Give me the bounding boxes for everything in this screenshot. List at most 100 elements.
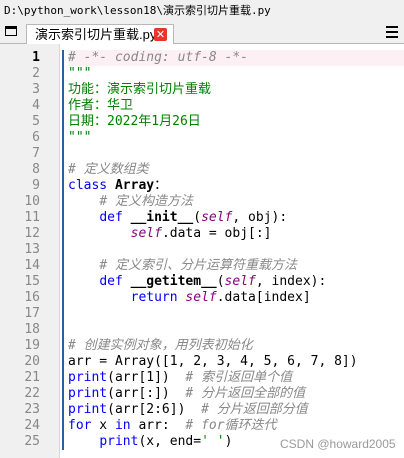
code-line[interactable]: 2 """ xyxy=(0,66,404,82)
code-token: return xyxy=(130,290,186,305)
code-token: (arr[:]) xyxy=(107,386,186,401)
code-text: 功能：演示索引切片重载 xyxy=(68,82,404,98)
code-line[interactable]: 21 print(arr[1]) # 索引返回单个值 xyxy=(0,370,404,386)
code-text: # -*- coding: utf-8 -*- xyxy=(68,50,404,66)
line-number: 16 xyxy=(24,290,40,305)
change-marker xyxy=(62,50,64,66)
change-marker xyxy=(62,290,64,306)
change-marker xyxy=(62,146,64,162)
code-line[interactable]: 4 作者：华卫 xyxy=(0,98,404,114)
change-marker xyxy=(62,242,64,258)
code-line[interactable]: 22 print(arr[:]) # 分片返回全部的值 xyxy=(0,386,404,402)
code-editor[interactable]: 1 # -*- coding: utf-8 -*- 2 """ 3 功能：演示索引切片重载… xyxy=(0,44,404,458)
code-token: arr = Array([1, 2, 3, 4, 5, 6, 7, 8]) xyxy=(68,354,358,369)
code-text: """ xyxy=(68,66,404,82)
change-marker xyxy=(62,370,64,386)
code-token: """ xyxy=(68,130,92,145)
code-line[interactable]: 23 print(arr[2:6]) # 分片返回部分值 xyxy=(0,402,404,418)
code-line[interactable]: 10 # 定义构造方法 xyxy=(0,194,404,210)
code-token: def xyxy=(99,274,131,289)
line-number: 22 xyxy=(24,386,40,401)
code-token: """ xyxy=(68,66,92,81)
code-token: .data[index] xyxy=(216,290,311,305)
tab-label: 演示索引切片重载.py xyxy=(35,27,157,42)
tab-file[interactable]: 演示索引切片重载.py ✕ xyxy=(26,24,174,44)
line-number: 1 xyxy=(32,50,40,65)
code-text: def __getitem__(self, index): xyxy=(68,274,404,290)
code-line[interactable]: 3 功能：演示索引切片重载 xyxy=(0,82,404,98)
code-line[interactable]: 11 def __init__(self, obj): xyxy=(0,210,404,226)
code-line[interactable]: 13 xyxy=(0,242,404,258)
line-number: 20 xyxy=(24,354,40,369)
line-number: 9 xyxy=(32,178,40,193)
change-marker xyxy=(62,130,64,146)
code-token: (x, end= xyxy=(138,434,202,449)
code-text: """ xyxy=(68,130,404,146)
code-token: print xyxy=(68,386,108,401)
code-token: self xyxy=(130,226,162,241)
code-token: ( xyxy=(193,210,202,225)
line-number: 24 xyxy=(24,418,40,433)
code-text: print(arr[1]) # 索引返回单个值 xyxy=(68,370,404,386)
code-line[interactable]: 20 arr = Array([1, 2, 3, 4, 5, 6, 7, 8]) xyxy=(0,354,404,370)
code-line[interactable]: 17 xyxy=(0,306,404,322)
code-token: (arr[1]) xyxy=(107,370,186,385)
code-line[interactable]: 24 for x in arr: # for循环迭代 xyxy=(0,418,404,434)
code-token: ' ' xyxy=(201,434,225,449)
change-marker xyxy=(62,114,64,130)
line-number: 23 xyxy=(24,402,40,417)
close-icon[interactable]: ✕ xyxy=(154,28,167,41)
code-token: # for循环迭代 xyxy=(185,418,277,433)
code-token: def xyxy=(99,210,131,225)
code-token: # 分片返回全部的值 xyxy=(185,386,306,401)
code-token: (arr[2:6]) xyxy=(107,402,202,417)
change-marker xyxy=(62,434,64,450)
code-text: class Array： xyxy=(68,178,404,194)
code-line[interactable]: 9 class Array： xyxy=(0,178,404,194)
code-line[interactable]: 5 日期：2022年1月26日 xyxy=(0,114,404,130)
line-number: 11 xyxy=(24,210,40,225)
change-marker xyxy=(62,178,64,194)
code-line[interactable]: 6 """ xyxy=(0,130,404,146)
line-number: 21 xyxy=(24,370,40,385)
code-token: Array xyxy=(114,178,155,193)
hamburger-menu-icon[interactable] xyxy=(386,26,398,38)
line-number: 5 xyxy=(32,114,40,129)
line-number: 3 xyxy=(32,82,40,97)
code-line[interactable]: 16 return self.data[index] xyxy=(0,290,404,306)
code-text: 日期：2022年1月26日 xyxy=(68,114,404,130)
change-marker xyxy=(62,210,64,226)
code-line[interactable]: 18 xyxy=(0,322,404,338)
watermark: CSDN @howard2005 xyxy=(280,437,396,451)
code-text: print(arr[:]) # 分片返回全部的值 xyxy=(68,386,404,402)
code-token: # 索引返回单个值 xyxy=(185,370,293,385)
code-token: self xyxy=(201,210,233,225)
code-token: 日期：2022年1月26日 xyxy=(68,114,201,129)
code-line[interactable]: 7 xyxy=(0,146,404,162)
line-number: 8 xyxy=(32,162,40,177)
code-line[interactable]: 8 # 定义数组类 xyxy=(0,162,404,178)
change-marker xyxy=(62,274,64,290)
code-line[interactable]: 12 self.data = obj[:] xyxy=(0,226,404,242)
code-line[interactable]: 14 # 定义索引、分片运算符重载方法 xyxy=(0,258,404,274)
code-token: print xyxy=(68,370,108,385)
code-line[interactable]: 15 def __getitem__(self, index): xyxy=(0,274,404,290)
code-token: 作者：华卫 xyxy=(68,98,134,113)
code-lines: 1 # -*- coding: utf-8 -*- 2 """ 3 功能：演示索引切片重载… xyxy=(0,50,404,450)
code-line[interactable]: 19 # 创建实例对象，用列表初始化 xyxy=(0,338,404,354)
change-marker xyxy=(62,418,64,434)
line-number: 2 xyxy=(32,66,40,81)
code-token: # 定义索引、分片运算符重载方法 xyxy=(99,258,297,273)
code-token: .data = obj[:] xyxy=(161,226,272,241)
change-marker xyxy=(62,66,64,82)
tab-bar: 演示索引切片重载.py ✕ xyxy=(0,22,404,44)
document-list-icon[interactable] xyxy=(4,25,20,39)
code-line[interactable]: 1 # -*- coding: utf-8 -*- xyxy=(0,50,404,66)
